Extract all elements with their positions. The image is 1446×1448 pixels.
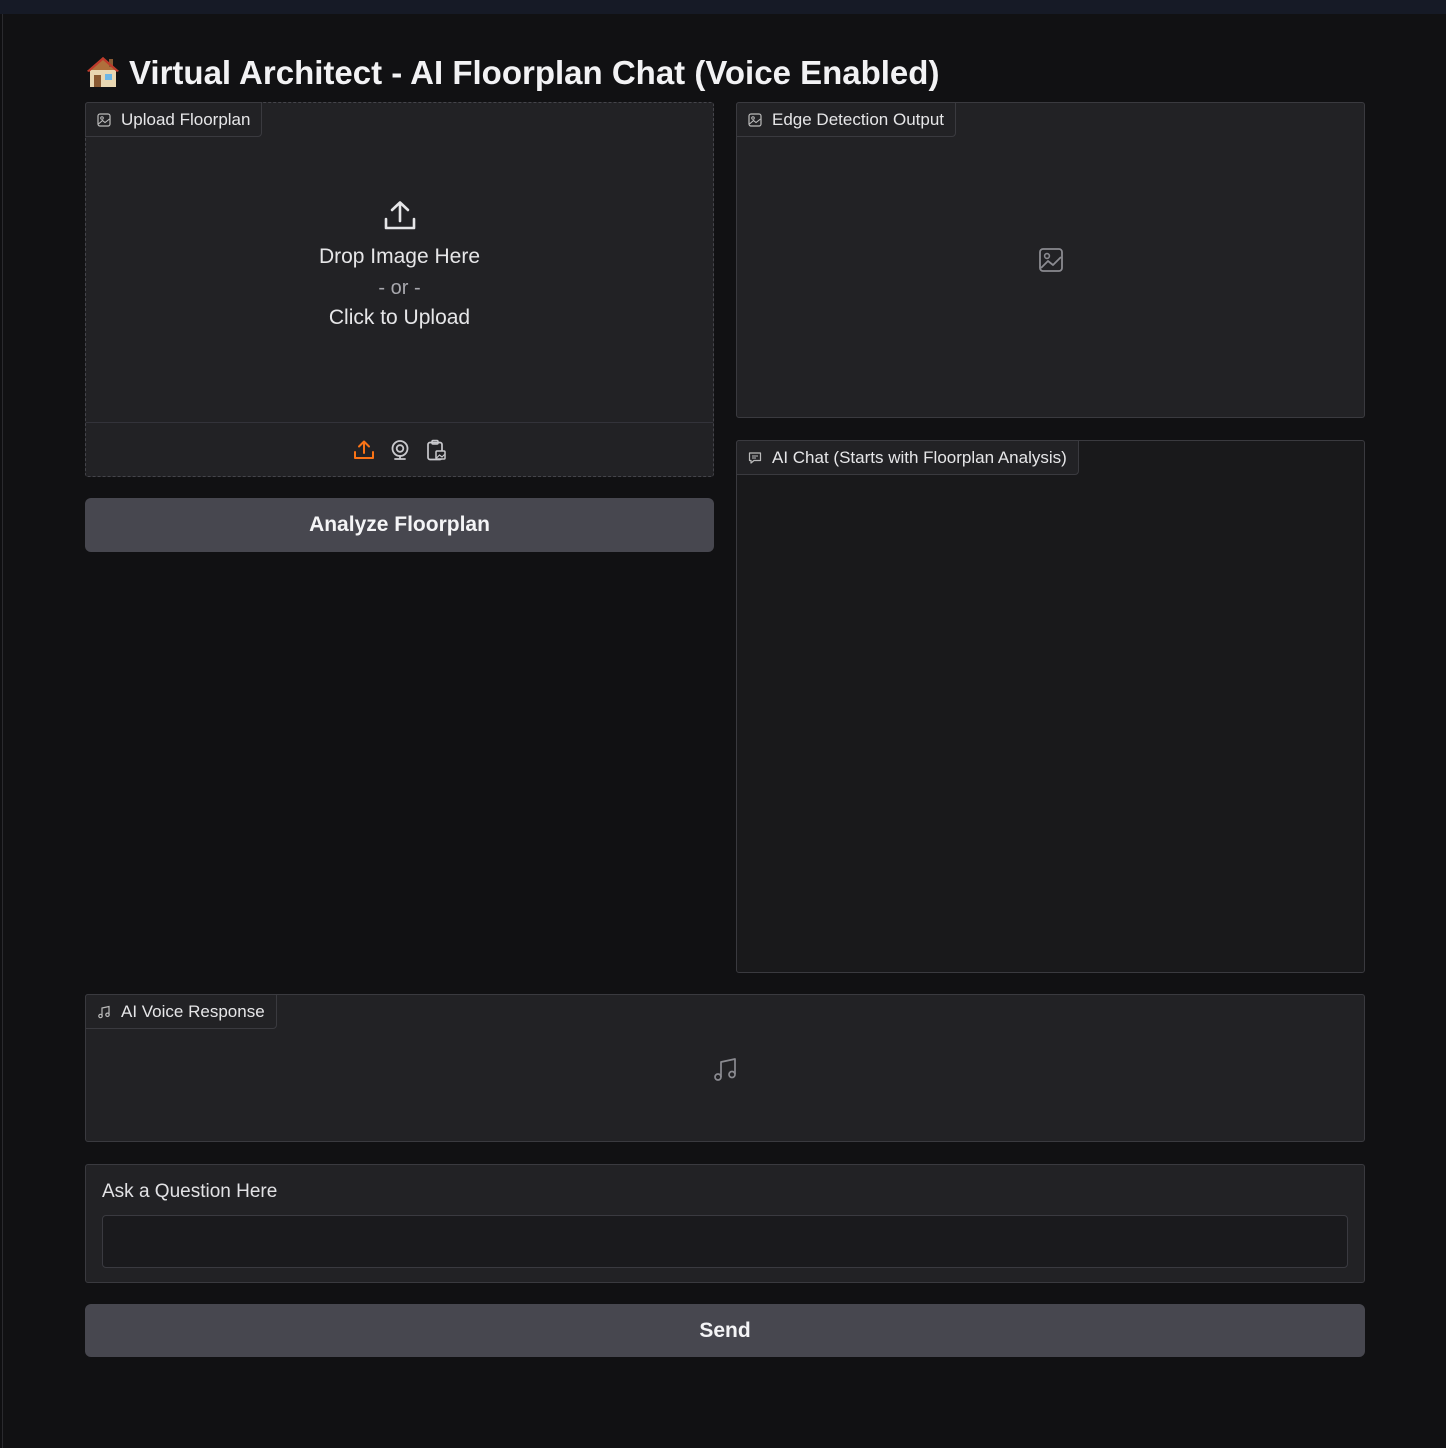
upload-source-toolbar	[86, 422, 713, 476]
ai-voice-response-label: AI Voice Response	[85, 994, 277, 1029]
app-root: Virtual Architect - AI Floorplan Chat (V…	[2, 14, 1446, 1448]
page-title: Virtual Architect - AI Floorplan Chat (V…	[85, 54, 939, 92]
music-icon	[98, 1005, 110, 1018]
music-placeholder-icon	[714, 1058, 736, 1081]
send-button[interactable]: Send	[85, 1304, 1365, 1357]
upload-floorplan-label: Upload Floorplan	[85, 102, 263, 137]
image-icon	[97, 112, 111, 127]
upload-floorplan-panel[interactable]: Upload Floorplan Drop Image Here - or - …	[85, 102, 714, 477]
edge-detection-output-label: Edge Detection Output	[736, 102, 957, 137]
ai-chat-label: AI Chat (Starts with Floorplan Analysis)	[736, 440, 1079, 475]
chat-icon	[748, 451, 762, 464]
upload-dropzone[interactable]: Drop Image Here - or - Click to Upload	[86, 199, 713, 330]
question-input[interactable]	[102, 1215, 1348, 1268]
window-top-bar	[0, 0, 1446, 14]
upload-icon	[384, 201, 415, 230]
image-icon	[748, 112, 762, 127]
ai-voice-response-panel: AI Voice Response	[85, 994, 1365, 1142]
question-panel: Ask a Question Here	[85, 1164, 1365, 1283]
or-text: - or -	[378, 277, 421, 299]
click-to-upload-text[interactable]: Click to Upload	[329, 306, 470, 330]
drop-image-text: Drop Image Here	[318, 245, 481, 268]
house-icon	[85, 54, 121, 88]
ai-chat-panel: AI Chat (Starts with Floorplan Analysis)	[736, 440, 1365, 973]
webcam-icon[interactable]	[389, 439, 411, 461]
analyze-floorplan-button[interactable]: Analyze Floorplan	[85, 498, 714, 552]
question-label: Ask a Question Here	[102, 1181, 278, 1202]
upload-source-icon[interactable]	[353, 439, 375, 461]
clipboard-icon[interactable]	[425, 439, 447, 461]
image-placeholder-icon	[1038, 248, 1063, 272]
page-title-text: Virtual Architect - AI Floorplan Chat (V…	[129, 54, 940, 91]
edge-detection-output-panel: Edge Detection Output	[736, 102, 1365, 418]
